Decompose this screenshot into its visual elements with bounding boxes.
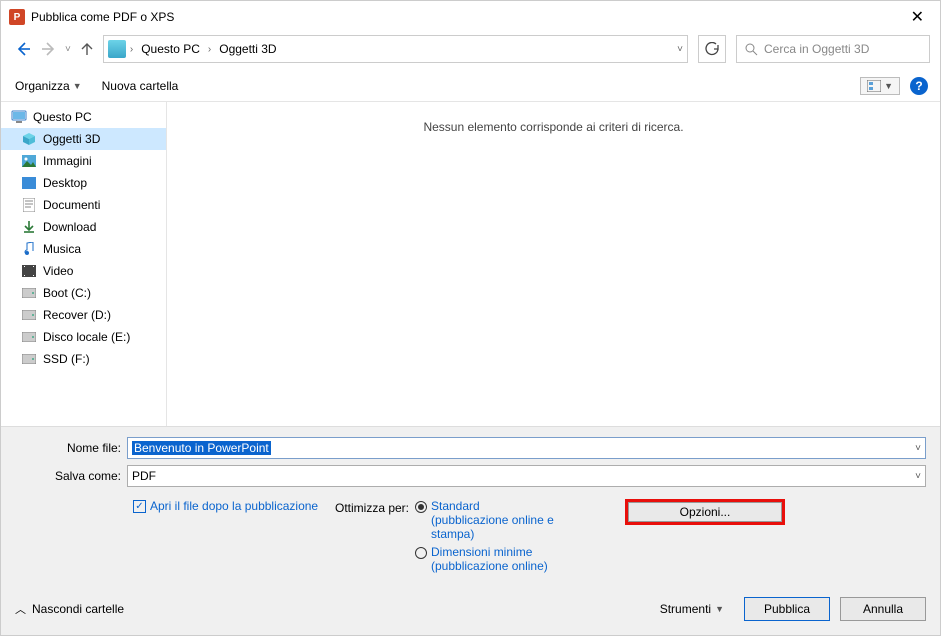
breadcrumb-part[interactable]: Questo PC — [137, 40, 204, 58]
video-icon — [21, 263, 37, 279]
download-icon — [21, 219, 37, 235]
tree-label: Musica — [43, 242, 81, 256]
tree-item-desktop[interactable]: Desktop — [1, 172, 166, 194]
checkbox-checked-icon: ✓ — [133, 500, 146, 513]
tree-label: Questo PC — [33, 110, 92, 124]
drive-icon — [21, 329, 37, 345]
open-after-publish-checkbox[interactable]: ✓ Apri il file dopo la pubblicazione — [133, 499, 335, 513]
address-dropdown[interactable]: ˅ — [677, 44, 683, 55]
new-folder-button[interactable]: Nuova cartella — [102, 79, 179, 93]
tree-label: Download — [43, 220, 96, 234]
optimize-for-label: Ottimizza per: — [335, 501, 409, 515]
tree-item-download[interactable]: Download — [1, 216, 166, 238]
tree-label: Boot (C:) — [43, 286, 91, 300]
tree-item-video[interactable]: Video — [1, 260, 166, 282]
file-list-area[interactable]: Nessun elemento corrisponde ai criteri d… — [167, 102, 940, 426]
filename-label: Nome file: — [15, 441, 127, 455]
filename-dropdown-icon[interactable]: ˅ — [915, 443, 921, 454]
nav-back-button[interactable] — [13, 39, 33, 59]
saveas-combo[interactable]: PDF ˅ — [127, 465, 926, 487]
filename-value: Benvenuto in PowerPoint — [132, 441, 271, 455]
cancel-button[interactable]: Annulla — [840, 597, 926, 621]
chevron-right-icon: › — [208, 44, 211, 55]
search-icon — [745, 43, 758, 56]
open-after-label: Apri il file dopo la pubblicazione — [150, 499, 318, 513]
publish-button[interactable]: Pubblica — [744, 597, 830, 621]
nav-up-button[interactable] — [77, 39, 97, 59]
tree-item-oggetti-3d[interactable]: Oggetti 3D — [1, 128, 166, 150]
cancel-label: Annulla — [863, 602, 903, 616]
documents-icon — [21, 197, 37, 213]
tree-label: Desktop — [43, 176, 87, 190]
organize-menu[interactable]: Organizza ▼ — [15, 79, 82, 93]
radio-label: Standard — [431, 499, 480, 513]
window-title: Pubblica come PDF o XPS — [31, 10, 174, 24]
radio-sublabel: (pubblicazione online) — [431, 559, 548, 573]
radio-unchecked-icon — [415, 547, 427, 559]
tree-item-recover-d[interactable]: Recover (D:) — [1, 304, 166, 326]
drive-icon — [21, 285, 37, 301]
chevron-right-icon: › — [130, 44, 133, 55]
pictures-icon — [21, 153, 37, 169]
location-3d-icon — [108, 40, 126, 58]
cube-icon — [21, 131, 37, 147]
drive-icon — [21, 307, 37, 323]
folder-tree: Questo PC Oggetti 3D Immagini Desktop Do… — [1, 102, 167, 426]
saveas-value: PDF — [132, 469, 156, 483]
tree-label: Disco locale (E:) — [43, 330, 130, 344]
hide-folders-button[interactable]: ︿ Nascondi cartelle — [15, 601, 124, 617]
view-mode-button[interactable]: ▼ — [860, 77, 900, 95]
address-bar[interactable]: › Questo PC › Oggetti 3D ˅ — [103, 35, 688, 63]
publish-label: Pubblica — [764, 602, 810, 616]
tree-root-this-pc[interactable]: Questo PC — [1, 106, 166, 128]
filename-input[interactable]: Benvenuto in PowerPoint ˅ — [127, 437, 926, 459]
tree-item-boot-c[interactable]: Boot (C:) — [1, 282, 166, 304]
drive-icon — [21, 351, 37, 367]
tree-item-documenti[interactable]: Documenti — [1, 194, 166, 216]
radio-checked-icon — [415, 501, 427, 513]
search-placeholder: Cerca in Oggetti 3D — [764, 42, 869, 56]
tree-label: SSD (F:) — [43, 352, 90, 366]
optimize-minimum-radio[interactable]: Dimensioni minime (pubblicazione online) — [415, 545, 595, 573]
saveas-dropdown-icon[interactable]: ˅ — [915, 471, 921, 482]
pc-icon — [11, 109, 27, 125]
radio-label: Dimensioni minime — [431, 545, 532, 559]
help-button[interactable]: ? — [910, 77, 928, 95]
tools-menu[interactable]: Strumenti ▼ — [660, 602, 724, 616]
options-button[interactable]: Opzioni... — [625, 499, 785, 525]
tools-label: Strumenti — [660, 602, 711, 616]
organize-label: Organizza — [15, 79, 70, 93]
view-list-icon — [867, 80, 881, 92]
powerpoint-app-icon: P — [9, 9, 25, 25]
chevron-up-icon: ︿ — [15, 601, 26, 617]
tree-label: Oggetti 3D — [43, 132, 100, 146]
refresh-button[interactable] — [698, 35, 726, 63]
tree-item-ssd-f[interactable]: SSD (F:) — [1, 348, 166, 370]
empty-message: Nessun elemento corrisponde ai criteri d… — [423, 120, 683, 134]
tree-item-disco-locale-e[interactable]: Disco locale (E:) — [1, 326, 166, 348]
music-icon — [21, 241, 37, 257]
new-folder-label: Nuova cartella — [102, 79, 179, 93]
desktop-icon — [21, 175, 37, 191]
optimize-standard-radio[interactable]: Standard (pubblicazione online e stampa) — [415, 499, 595, 541]
tree-label: Video — [43, 264, 73, 278]
tree-label: Recover (D:) — [43, 308, 111, 322]
options-button-label: Opzioni... — [680, 505, 731, 519]
nav-forward-button[interactable] — [39, 39, 59, 59]
saveas-label: Salva come: — [15, 469, 127, 483]
search-input[interactable]: Cerca in Oggetti 3D — [736, 35, 930, 63]
tree-label: Immagini — [43, 154, 92, 168]
nav-recent-dropdown[interactable]: ˅ — [65, 44, 71, 55]
radio-sublabel: (pubblicazione online e stampa) — [431, 513, 554, 541]
hide-folders-label: Nascondi cartelle — [32, 602, 124, 616]
close-button[interactable]: ✕ — [905, 7, 930, 27]
tree-item-immagini[interactable]: Immagini — [1, 150, 166, 172]
tree-label: Documenti — [43, 198, 100, 212]
breadcrumb-part[interactable]: Oggetti 3D — [215, 40, 280, 58]
tree-item-musica[interactable]: Musica — [1, 238, 166, 260]
